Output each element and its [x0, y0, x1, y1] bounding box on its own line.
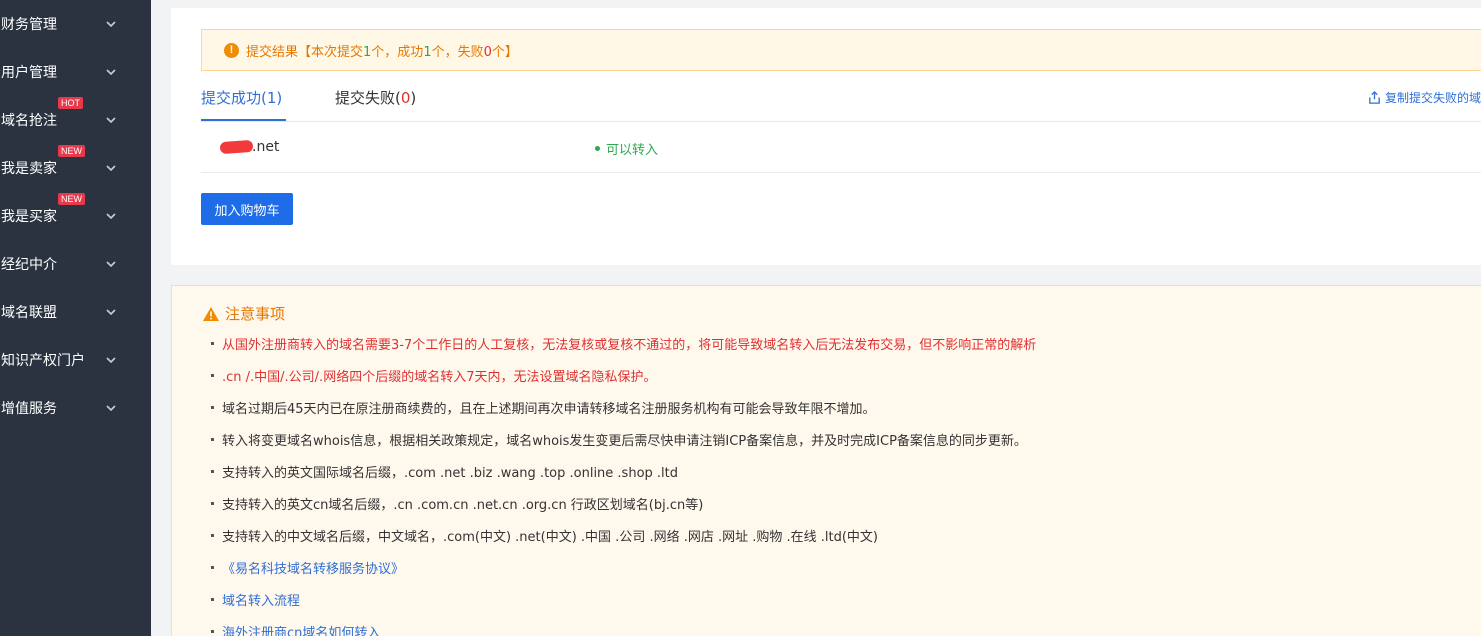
domain-status: 可以转入: [595, 139, 658, 158]
chevron-down-icon: [106, 261, 116, 268]
redaction-mark: [219, 139, 254, 155]
copy-failed-domains-link[interactable]: 复制提交失败的域: [1367, 89, 1481, 106]
chevron-down-icon: [106, 309, 116, 316]
sidebar: 财务管理 用户管理 域名抢注 HOT 我是卖家 NEW 我是买家 NEW 经纪中介 域…: [0, 0, 151, 636]
notice-item: 域名过期后45天内已在原注册商续费的，且在上述期间再次申请转移域名注册服务机构有…: [211, 398, 876, 417]
notice-item: 从国外注册商转入的域名需要3-7个工作日的人工复核，无法复核或复核不通过的，将可…: [211, 334, 1036, 353]
submit-result-text: 提交结果【本次提交1个，成功1个，失败0个】: [246, 44, 518, 60]
sidebar-item-label: 知识产权门户: [1, 353, 85, 369]
transfer-agreement-link[interactable]: 《易名科技域名转移服务协议》: [211, 558, 404, 577]
submit-result-alert: ! 提交结果【本次提交1个，成功1个，失败0个】: [201, 29, 1481, 71]
result-tabs: 提交成功(1) 提交失败(0) 复制提交失败的域: [201, 70, 1481, 122]
sidebar-item-label: 我是卖家 NEW: [1, 145, 85, 178]
notice-title: 注意事项: [202, 303, 285, 324]
new-badge: NEW: [58, 193, 85, 205]
sidebar-item-label: 域名联盟: [1, 305, 57, 321]
chevron-down-icon: [106, 165, 116, 172]
upload-icon: [1369, 90, 1380, 104]
tab-submit-failed[interactable]: 提交失败(0): [335, 87, 416, 108]
domain-name: .net: [252, 139, 280, 155]
sidebar-item-alliance[interactable]: 域名联盟: [0, 288, 151, 336]
sidebar-item-users[interactable]: 用户管理: [0, 48, 151, 96]
table-row: .net 可以转入: [201, 122, 1481, 173]
notice-item: 支持转入的英文国际域名后缀，.com .net .biz .wang .top …: [211, 462, 678, 481]
exclamation-icon: !: [224, 42, 239, 58]
sidebar-item-label: 增值服务: [1, 401, 57, 417]
sidebar-item-broker[interactable]: 经纪中介: [0, 240, 151, 288]
transfer-process-link[interactable]: 域名转入流程: [211, 590, 300, 609]
warning-icon: [203, 306, 219, 321]
sidebar-item-ip-portal[interactable]: 知识产权门户: [0, 336, 151, 384]
tab-submit-success[interactable]: 提交成功(1): [201, 87, 282, 108]
sidebar-item-label: 我是买家 NEW: [1, 193, 85, 226]
sidebar-item-finance[interactable]: 财务管理: [0, 0, 151, 48]
add-to-cart-button[interactable]: 加入购物车: [201, 193, 293, 225]
chevron-down-icon: [106, 357, 116, 364]
notice-item: .cn /.中国/.公司/.网络四个后缀的域名转入7天内，无法设置域名隐私保护。: [211, 366, 656, 385]
sidebar-item-label: 域名抢注 HOT: [1, 97, 83, 130]
sidebar-item-domain-snatch[interactable]: 域名抢注 HOT: [0, 96, 151, 144]
status-dot-icon: [595, 146, 600, 151]
sidebar-item-label: 经纪中介: [1, 257, 57, 273]
notice-item: 支持转入的英文cn域名后缀，.cn .com.cn .net.cn .org.c…: [211, 494, 703, 513]
sidebar-item-seller[interactable]: 我是卖家 NEW: [0, 144, 151, 192]
chevron-down-icon: [106, 405, 116, 412]
chevron-down-icon: [106, 117, 116, 124]
notice-item: 转入将变更域名whois信息，根据相关政策规定，域名whois发生变更后需尽快申…: [211, 430, 1027, 449]
active-tab-indicator: [201, 119, 286, 121]
overseas-cn-transfer-link[interactable]: 海外注册商cn域名如何转入: [211, 622, 380, 636]
sidebar-item-label: 用户管理: [1, 65, 57, 81]
sidebar-item-label: 财务管理: [1, 17, 57, 33]
new-badge: NEW: [58, 145, 85, 157]
sidebar-item-buyer[interactable]: 我是买家 NEW: [0, 192, 151, 240]
chevron-down-icon: [106, 21, 116, 28]
chevron-down-icon: [106, 213, 116, 220]
chevron-down-icon: [106, 69, 116, 76]
sidebar-item-value-added[interactable]: 增值服务: [0, 384, 151, 432]
result-panel: ! 提交结果【本次提交1个，成功1个，失败0个】 提交成功(1) 提交失败(0)…: [171, 8, 1481, 265]
notice-item: 支持转入的中文域名后缀，中文域名，.com(中文) .net(中文) .中国 .…: [211, 526, 878, 545]
hot-badge: HOT: [58, 97, 83, 109]
notice-panel: 注意事项 从国外注册商转入的域名需要3-7个工作日的人工复核，无法复核或复核不通…: [171, 285, 1481, 636]
